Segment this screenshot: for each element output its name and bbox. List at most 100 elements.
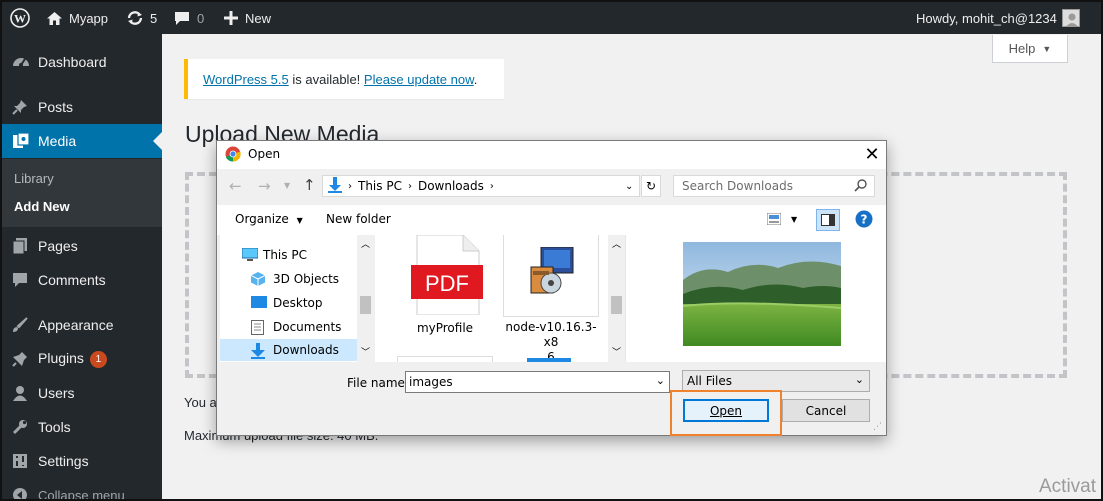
update-notice: WordPress 5.5 is available! Please updat… (184, 59, 504, 99)
search-input[interactable]: Search Downloads (673, 175, 875, 197)
scroll-up-icon[interactable]: ︿ (361, 237, 370, 250)
sidebar-item-label: Appearance (38, 317, 114, 333)
wrench-icon (12, 419, 28, 435)
navigation-scrollbar[interactable]: ︿ ﹀ (357, 235, 374, 362)
update-now-link[interactable]: Please update now (364, 72, 474, 87)
sidebar-item-plugins[interactable]: Plugins 1 (2, 342, 162, 376)
scroll-down-icon[interactable]: ﹀ (361, 345, 370, 358)
dialog-bottom-bar: File name: images ⌄ All Files ⌄ Open Can… (217, 362, 886, 436)
comments-link[interactable]: 0 (174, 2, 204, 34)
media-submenu: Library Add New (2, 159, 162, 227)
nav-item-label: Desktop (273, 296, 323, 310)
scroll-up-icon[interactable]: ︿ (612, 237, 621, 250)
cancel-label: Cancel (805, 403, 847, 418)
updates-count: 5 (150, 10, 158, 26)
nav-item-label: Documents (273, 320, 342, 334)
installer-icon (527, 246, 575, 298)
navigation-scrollbar-thumb[interactable] (360, 296, 371, 314)
dialog-command-bar: Organize ▼ New folder ▼ ? (217, 205, 886, 235)
dropdown-caret-icon: ▼ (296, 216, 303, 225)
scroll-down-icon[interactable]: ﹀ (612, 345, 621, 358)
my-account-link[interactable]: Howdy, mohit_ch@1234 (916, 2, 1080, 34)
file-item-myprofile[interactable]: PDF myProfile (389, 235, 501, 362)
search-placeholder: Search Downloads (682, 179, 793, 193)
help-icon[interactable]: ? (855, 210, 873, 231)
navigation-pane: This PC 3D Objects Desktop Documents Dow… (220, 235, 374, 362)
breadcrumb-downloads[interactable]: Downloads (418, 179, 484, 193)
pdf-file-icon: PDF (411, 235, 483, 318)
sidebar-item-label: Settings (38, 453, 89, 469)
caret-down-icon: ▼ (1042, 43, 1052, 54)
change-view-icon[interactable] (766, 212, 782, 228)
landscape-preview-image (682, 242, 842, 349)
pushpin-icon (12, 99, 28, 115)
wordpress-logo-icon[interactable]: W (10, 2, 30, 34)
open-file-dialog: Open ✕ ← → ▼ ↑ › This PC › Downloads › ⌄… (216, 140, 887, 436)
submenu-item-library[interactable]: Library (14, 171, 54, 186)
view-options-caret-icon[interactable]: ▼ (791, 215, 797, 224)
refresh-icon: ↻ (645, 179, 657, 193)
dashboard-icon (12, 54, 29, 70)
download-folder-icon (328, 176, 342, 196)
organize-button[interactable]: Organize ▼ (235, 212, 303, 226)
sidebar-item-dashboard[interactable]: Dashboard (2, 45, 162, 79)
file-name-dropdown-icon[interactable]: ⌄ (656, 374, 665, 387)
resize-grip-icon[interactable]: ⋰ (873, 422, 882, 432)
3d-objects-icon (250, 272, 267, 286)
greeting: Howdy, mohit_ch@1234 (916, 10, 1057, 26)
desktop-icon (251, 296, 267, 310)
chrome-icon (225, 146, 241, 165)
site-name: Myapp (69, 10, 109, 26)
new-folder-button[interactable]: New folder (326, 212, 391, 226)
file-name-line1: node-v10.16.3-x8 (505, 320, 597, 349)
pages-icon (12, 238, 28, 255)
computer-icon (241, 247, 259, 262)
help-tab-button[interactable]: Help ▼ (992, 35, 1068, 63)
sidebar-item-tools[interactable]: Tools (2, 410, 162, 444)
sidebar-item-pages[interactable]: Pages (2, 229, 162, 263)
wordpress-version-link[interactable]: WordPress 5.5 (203, 72, 289, 87)
updates-icon (126, 10, 144, 26)
file-type-filter-value: All Files (687, 374, 733, 388)
new-content-link[interactable]: New (224, 2, 271, 34)
recent-locations-chevron-icon[interactable]: ▼ (284, 181, 290, 190)
refresh-button[interactable]: ↻ (641, 175, 661, 197)
back-arrow-icon[interactable]: ← (229, 177, 242, 195)
filter-dropdown-icon: ⌄ (854, 373, 864, 386)
comment-icon (12, 272, 28, 288)
address-dropdown-icon[interactable]: ⌄ (625, 181, 633, 192)
forward-arrow-icon[interactable]: → (258, 177, 271, 195)
file-name-input[interactable]: images ⌄ (405, 371, 670, 393)
sidebar-item-label: Plugins (38, 350, 84, 367)
sidebar-item-posts[interactable]: Posts (2, 90, 162, 124)
update-notice-text: WordPress 5.5 is available! Please updat… (203, 72, 477, 87)
sidebar-item-comments[interactable]: Comments (2, 263, 162, 297)
close-icon[interactable]: ✕ (862, 145, 882, 165)
svg-text:PDF: PDF (425, 271, 469, 296)
open-button[interactable]: Open (683, 399, 769, 422)
sidebar-item-label: Users (38, 385, 75, 401)
file-list-scrollbar-thumb[interactable] (611, 296, 622, 314)
preview-pane-icon[interactable] (816, 209, 840, 231)
updates-link[interactable]: 5 (126, 2, 157, 34)
plus-icon (224, 11, 238, 25)
nav-item-downloads[interactable]: Downloads (220, 339, 371, 361)
file-item-node-installer[interactable]: node-v10.16.3-x8 6 (503, 235, 599, 362)
file-list-scrollbar[interactable]: ︿ ﹀ (608, 235, 625, 362)
breadcrumb-separator-icon: › (489, 180, 494, 192)
up-arrow-icon[interactable]: ↑ (303, 176, 316, 194)
sidebar-item-users[interactable]: Users (2, 376, 162, 410)
site-name-link[interactable]: Myapp (46, 2, 108, 34)
collapse-menu-button[interactable]: Collapse menu (2, 478, 162, 499)
sidebar-item-label: Comments (38, 272, 106, 288)
comments-count: 0 (197, 10, 205, 26)
submenu-item-add-new[interactable]: Add New (14, 199, 70, 214)
file-type-filter[interactable]: All Files ⌄ (682, 370, 870, 392)
sidebar-item-appearance[interactable]: Appearance (2, 308, 162, 342)
file-name: myProfile (416, 321, 474, 335)
cancel-button[interactable]: Cancel (782, 399, 870, 422)
sidebar-item-media[interactable]: Media (2, 124, 162, 158)
sidebar-item-settings[interactable]: Settings (2, 444, 162, 478)
address-bar[interactable]: › This PC › Downloads › ⌄ (322, 175, 640, 197)
breadcrumb-this-pc[interactable]: This PC (358, 179, 402, 193)
